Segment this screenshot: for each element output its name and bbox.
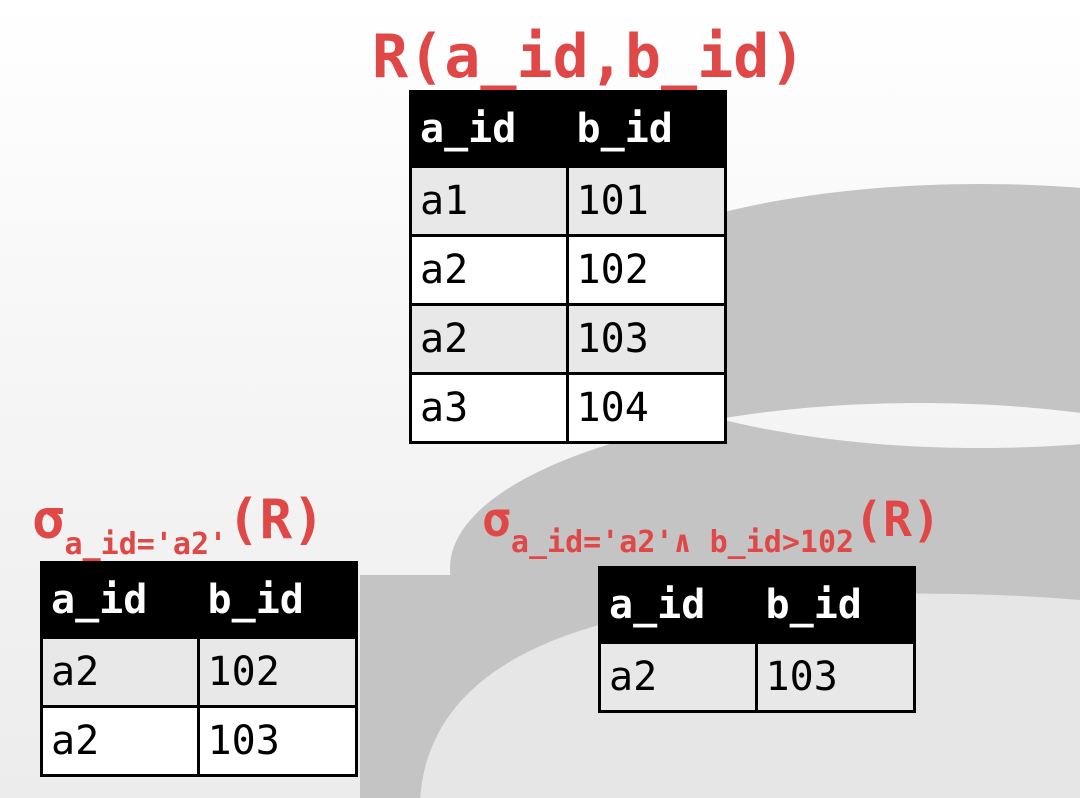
table-header-row: a_id b_id	[598, 566, 917, 644]
header-cell: b_id	[754, 566, 917, 644]
table-row: a2 102	[40, 636, 359, 708]
table-row: a2 103	[409, 303, 728, 375]
select-two-table: a_id b_id a2 103	[598, 566, 917, 713]
header-cell: b_id	[196, 561, 359, 639]
table-cell: 102	[565, 234, 728, 306]
table-row: a3 104	[409, 372, 728, 444]
select-one-predicate: a_id='a2'	[64, 527, 228, 562]
table-cell: a3	[409, 372, 569, 444]
table-cell: a2	[40, 636, 200, 708]
table-cell: 101	[565, 165, 728, 237]
table-cell: a2	[40, 705, 200, 777]
header-cell: b_id	[565, 90, 728, 168]
table-row: a2 102	[409, 234, 728, 306]
select-one-expression: σa_id='a2'(R)	[32, 488, 325, 562]
select-two-operand: (R)	[854, 492, 941, 548]
table-row: a1 101	[409, 165, 728, 237]
table-header-row: a_id b_id	[409, 90, 728, 168]
select-one-operand: (R)	[227, 488, 325, 551]
table-cell: 103	[754, 641, 917, 713]
table-row: a2 103	[598, 641, 917, 713]
select-two-expression: σa_id='a2'∧ b_id>102(R)	[482, 492, 941, 560]
header-cell: a_id	[598, 566, 758, 644]
header-cell: a_id	[40, 561, 200, 639]
table-cell: a2	[409, 303, 569, 375]
sigma-symbol: σ	[482, 492, 511, 548]
select-one-table: a_id b_id a2 102 a2 103	[40, 561, 359, 777]
relation-r-title: R(a_id,b_id)	[372, 22, 806, 92]
select-two-predicate: a_id='a2'∧ b_id>102	[510, 525, 855, 560]
table-cell: a2	[409, 234, 569, 306]
table-row: a2 103	[40, 705, 359, 777]
relation-r-table: a_id b_id a1 101 a2 102 a2 103 a3 104	[409, 90, 728, 444]
table-cell: a1	[409, 165, 569, 237]
table-cell: 102	[196, 636, 359, 708]
header-cell: a_id	[409, 90, 569, 168]
table-header-row: a_id b_id	[40, 561, 359, 639]
sigma-symbol: σ	[32, 488, 65, 551]
table-cell: 103	[565, 303, 728, 375]
table-cell: a2	[598, 641, 758, 713]
table-cell: 103	[196, 705, 359, 777]
table-cell: 104	[565, 372, 728, 444]
